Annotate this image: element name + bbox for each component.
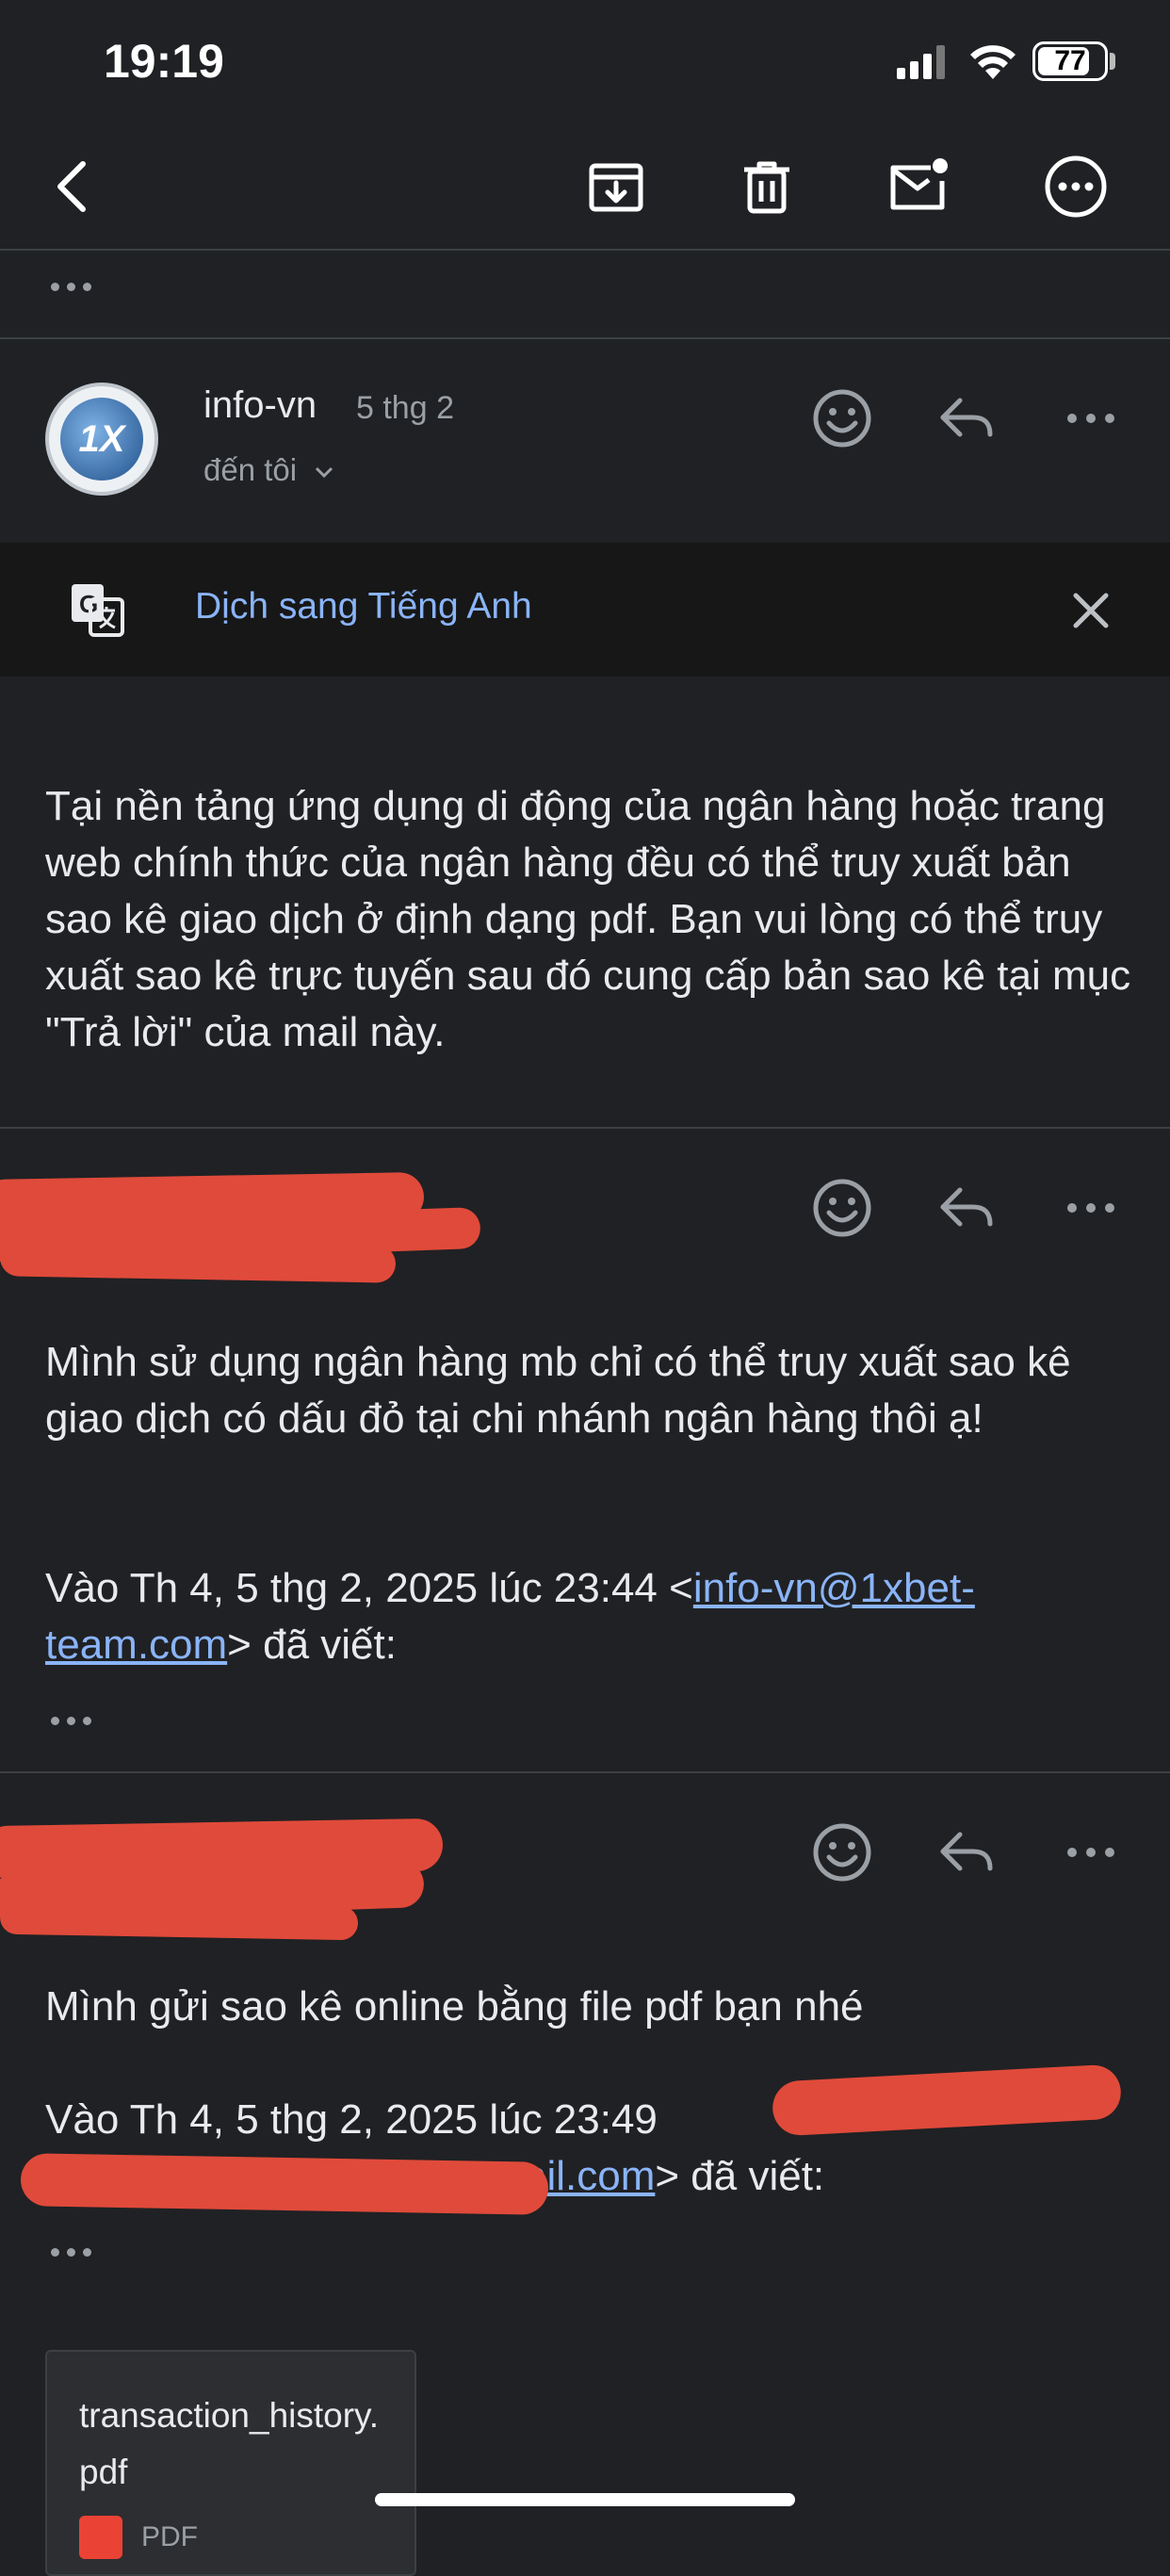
reply-icon (940, 1187, 993, 1227)
reply-icon (940, 398, 993, 437)
emoji-react-button[interactable] (804, 381, 880, 456)
chevron-down-icon (316, 467, 333, 479)
more-icon (1045, 155, 1107, 218)
attachment-type: PDF (141, 2521, 198, 2552)
message-more-button[interactable] (1053, 1170, 1129, 1246)
divider (0, 249, 1170, 251)
recipient-label: đến tôi (203, 452, 298, 487)
home-indicator[interactable] (375, 2493, 795, 2506)
quote-suffix: > đã viết: (655, 2153, 825, 2199)
delete-button[interactable] (729, 149, 804, 224)
emoji-react-button[interactable] (804, 1170, 880, 1246)
reply-icon (940, 1832, 993, 1871)
reply-button[interactable] (929, 1170, 1004, 1246)
emoji-react-button[interactable] (804, 1815, 880, 1890)
reply-button[interactable] (929, 1815, 1004, 1890)
divider (0, 337, 1170, 339)
avatar-logo: 1X (60, 398, 143, 481)
translate-bar (0, 543, 1170, 677)
divider (0, 1127, 1170, 1129)
show-quoted-text-button[interactable] (51, 1717, 91, 1725)
close-icon[interactable] (1066, 586, 1115, 635)
translate-icon: G (72, 584, 124, 637)
attachment-card[interactable]: transaction_history.pdf PDF (45, 2350, 416, 2576)
more-options-button[interactable] (1038, 149, 1113, 224)
wifi-icon (970, 45, 1016, 79)
emoji-icon (813, 389, 871, 448)
redacted-scribble (0, 1899, 359, 1941)
message-more-button[interactable] (1053, 1815, 1129, 1890)
more-horizontal-icon (1067, 1848, 1114, 1857)
battery-cap (1110, 53, 1115, 70)
reply-button[interactable] (929, 381, 1004, 456)
redacted-email (20, 2153, 549, 2215)
quote-header-line2: ail.com> đã viết: (524, 2148, 824, 2205)
back-button[interactable] (36, 149, 111, 224)
more-horizontal-icon (1067, 414, 1114, 423)
mark-unread-button[interactable] (880, 149, 955, 224)
quote-header: Vào Th 4, 5 thg 2, 2025 lúc 23:44 <info-… (45, 1560, 1138, 1673)
message-body: Mình gửi sao kê online bằng file pdf bạn… (45, 1983, 864, 2030)
divider (0, 1771, 1170, 1773)
mark-unread-icon (890, 158, 948, 210)
redacted-scribble (0, 1238, 397, 1283)
collapsed-messages-indicator[interactable] (51, 283, 91, 291)
archive-icon (589, 163, 643, 212)
message-date: 5 thg 2 (356, 390, 454, 426)
message-body: Tại nền tảng ứng dụng di động của ngân h… (45, 783, 1131, 1055)
message-body: Mình sử dụng ngân hàng mb chỉ có thể tru… (45, 1339, 1071, 1442)
pdf-icon (79, 2516, 122, 2559)
quote-prefix: Vào Th 4, 5 thg 2, 2025 lúc 23:44 < (45, 1565, 693, 1611)
status-time: 19:19 (104, 35, 224, 88)
emoji-icon (813, 1823, 871, 1882)
show-quoted-text-button[interactable] (51, 2248, 91, 2257)
message-more-button[interactable] (1053, 381, 1129, 456)
archive-button[interactable] (578, 149, 654, 224)
recipient-details[interactable]: đến tôi (203, 452, 335, 488)
more-horizontal-icon (1067, 1203, 1114, 1213)
trash-icon (744, 161, 789, 214)
translate-link[interactable]: Dịch sang Tiếng Anh (195, 586, 532, 628)
sender-name[interactable]: info-vn (203, 384, 317, 427)
signal-icon (897, 45, 945, 79)
back-icon (57, 161, 86, 212)
battery-icon: 77 (1032, 41, 1108, 81)
battery-level: 77 (1054, 45, 1086, 76)
quote-suffix: > đã viết: (227, 1622, 397, 1668)
attachment-filename: transaction_history.pdf (79, 2396, 380, 2491)
avatar[interactable]: 1X (45, 383, 158, 496)
emoji-icon (813, 1179, 871, 1237)
